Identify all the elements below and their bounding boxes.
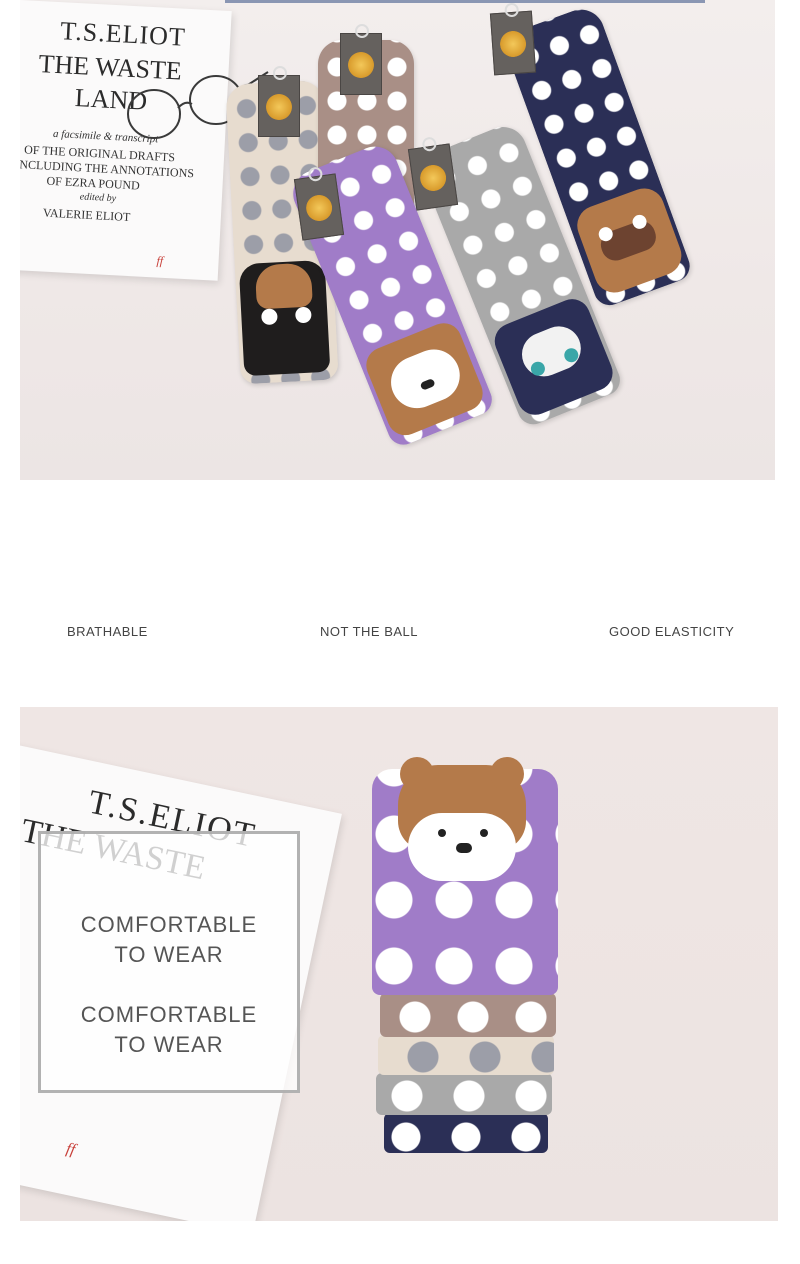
feature-label-good-elasticity: GOOD ELASTICITY xyxy=(609,624,735,639)
stacked-sock-navy xyxy=(384,1113,548,1153)
publisher-mark: ff xyxy=(156,253,164,268)
stacked-sock-purple xyxy=(372,757,558,995)
book-editor: VALERIE ELIOT xyxy=(42,205,131,225)
feature-label-not-the-ball: NOT THE BALL xyxy=(320,624,418,639)
stacked-sock-grey xyxy=(376,1073,552,1115)
product-tag xyxy=(293,166,345,241)
dog-eye-left xyxy=(438,829,446,837)
comfort-overlay-box: COMFORTABLE TO WEAR COMFORTABLE TO WEAR xyxy=(38,831,300,1093)
product-photo-bottom: T.S.ELIOT THE WASTE ff COMFORTABLE TO WE… xyxy=(20,707,778,1221)
stacked-sock-beige xyxy=(378,1035,554,1075)
dog-eye-right xyxy=(480,829,488,837)
product-photo-top: T.S.ELIOT THE WASTE LAND a facsimile & t… xyxy=(20,0,775,480)
product-tag xyxy=(489,2,537,76)
feature-label-breathable: BRATHABLE xyxy=(67,624,148,639)
dog-ear-right xyxy=(490,757,524,791)
overlay-text-line3: COMFORTABLE xyxy=(80,1002,258,1027)
product-tag xyxy=(340,24,382,95)
product-tag xyxy=(407,136,459,211)
publisher-mark: ff xyxy=(64,1140,77,1159)
overlay-text-line2: TO WEAR xyxy=(114,942,224,967)
overlay-text-line1: COMFORTABLE xyxy=(80,912,258,937)
dog-nose xyxy=(456,843,472,853)
top-accent-bar xyxy=(225,0,705,3)
product-tag xyxy=(258,66,300,137)
book-author: T.S.ELIOT xyxy=(59,16,187,52)
overlay-text-line4: TO WEAR xyxy=(114,1032,224,1057)
book-line: edited by xyxy=(79,191,117,205)
sock-stack xyxy=(372,755,560,1153)
stacked-sock-mauve xyxy=(380,993,556,1037)
dog-ear-left xyxy=(400,757,434,791)
